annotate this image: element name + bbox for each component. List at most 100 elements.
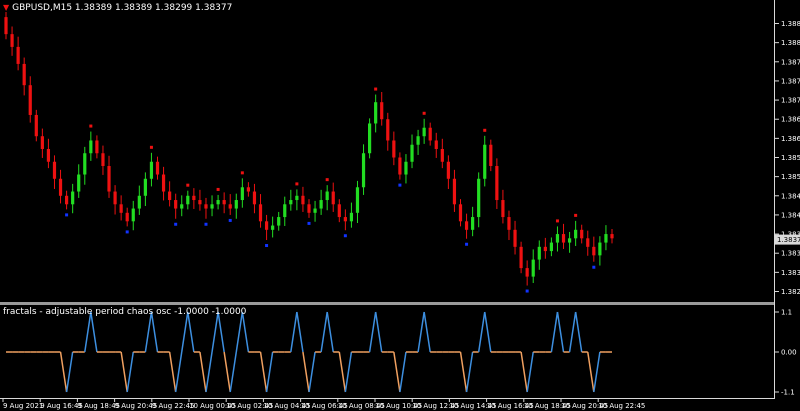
candle-body [561,234,566,243]
candle-body [234,200,238,209]
candle-body [604,234,608,243]
oscillator-segment [144,311,153,353]
candle-body [252,191,257,205]
candle-body [216,200,220,205]
candle-body [501,200,505,218]
candle-body [34,114,38,137]
fractal-up-marker [295,182,299,186]
fractal-up-marker [574,213,578,217]
fractal-up-marker [325,178,329,182]
oscillator-segment [520,351,528,393]
candle-body [149,161,154,179]
candle-body [507,217,511,230]
triangle-down-icon: ▼ [3,3,10,12]
price-axis-label: 1.38795 [781,58,800,66]
candle-body [416,136,420,145]
candle-body [331,191,335,205]
oscillator-segment [477,311,486,353]
indicator-title: fractals - adjustable period chaos osc -… [3,307,247,317]
oscillator-segment [211,311,219,353]
oscillator-segment [241,311,250,353]
candle-body [404,161,408,175]
symbol-info: ▼ GBPUSD,M15 1.38389 1.38389 1.38299 1.38… [3,3,232,13]
candle-body [313,208,317,213]
oscillator-segment [368,311,377,353]
candle-body [46,148,51,162]
candle-body [610,234,614,239]
candle-body [392,140,396,158]
oscillator-segment [90,311,98,353]
fractal-down-marker [125,230,129,234]
oscillator-segment [399,351,407,393]
candle-body [258,204,263,222]
candle-body [598,242,602,256]
oscillator-segment [65,351,74,393]
price-axis-label: 1.38615 [781,135,800,143]
candle-body [434,140,438,149]
fractal-down-marker [265,244,269,248]
fractal-down-marker [307,221,311,225]
candle-body [555,234,560,243]
fractal-up-marker [149,145,153,149]
candle-body [168,191,172,201]
candle-body [307,204,311,213]
oscillator-segment [180,311,189,353]
candle-body [52,161,57,179]
price-axis-label: 1.38750 [781,77,800,85]
oscillator-segment [168,351,177,393]
oscillator-segment [199,351,207,393]
fractal-up-marker [483,128,487,132]
oscillator-segment [174,351,183,393]
oscillator-segment [290,311,298,353]
candle-body [77,174,81,192]
oscillator-segment [120,351,128,393]
candle-body [289,200,293,205]
candle-body [513,229,517,247]
candle-body [125,212,129,222]
candle-body [283,204,287,218]
candle-body [580,229,584,239]
candle-body [374,102,378,124]
candle-body [101,153,105,167]
candle-body [222,200,226,205]
candle-body [410,144,414,162]
oscillator-segment [587,351,595,393]
candle-body [543,246,547,252]
indicator-axis-label: -1.1 [781,389,795,397]
oscillator-segment [423,311,431,353]
candle-body [16,46,20,64]
candle-body [271,225,275,230]
candle-body [531,259,535,277]
chart-canvas: 1.38885 1.38840 1.38795 1.38750 1.38705 1.386… [2,12,800,410]
candle-body [155,161,160,175]
candle-body [58,178,63,196]
oscillator-segment [296,311,304,353]
fractal-down-marker [174,222,178,226]
candle-body [567,238,572,243]
oscillator-segment [417,311,425,353]
candle-body [4,17,8,35]
candle-body [452,178,457,205]
candle-body [343,217,347,222]
candle-body [119,204,123,213]
candle-body [210,204,214,209]
candle-body [422,127,426,137]
candle-body [131,208,135,222]
time-axis-label: 9 Aug 2021 [3,402,43,410]
candle-body [186,195,190,205]
oscillator-segment [150,311,159,353]
fractal-up-marker [216,187,220,191]
candle-body [458,204,463,222]
candle-body [495,166,499,201]
oscillator-segment [465,351,474,393]
candle-body [325,191,329,201]
price-axis-label: 1.38255 [781,288,800,296]
candle-body [301,195,305,205]
candle-body [174,200,178,209]
oscillator-segment [338,351,347,393]
oscillator-segment [59,351,68,393]
oscillator-segment [302,351,310,393]
oscillator-segment [459,351,468,393]
candle-body [83,153,87,175]
candle-body [137,195,141,209]
